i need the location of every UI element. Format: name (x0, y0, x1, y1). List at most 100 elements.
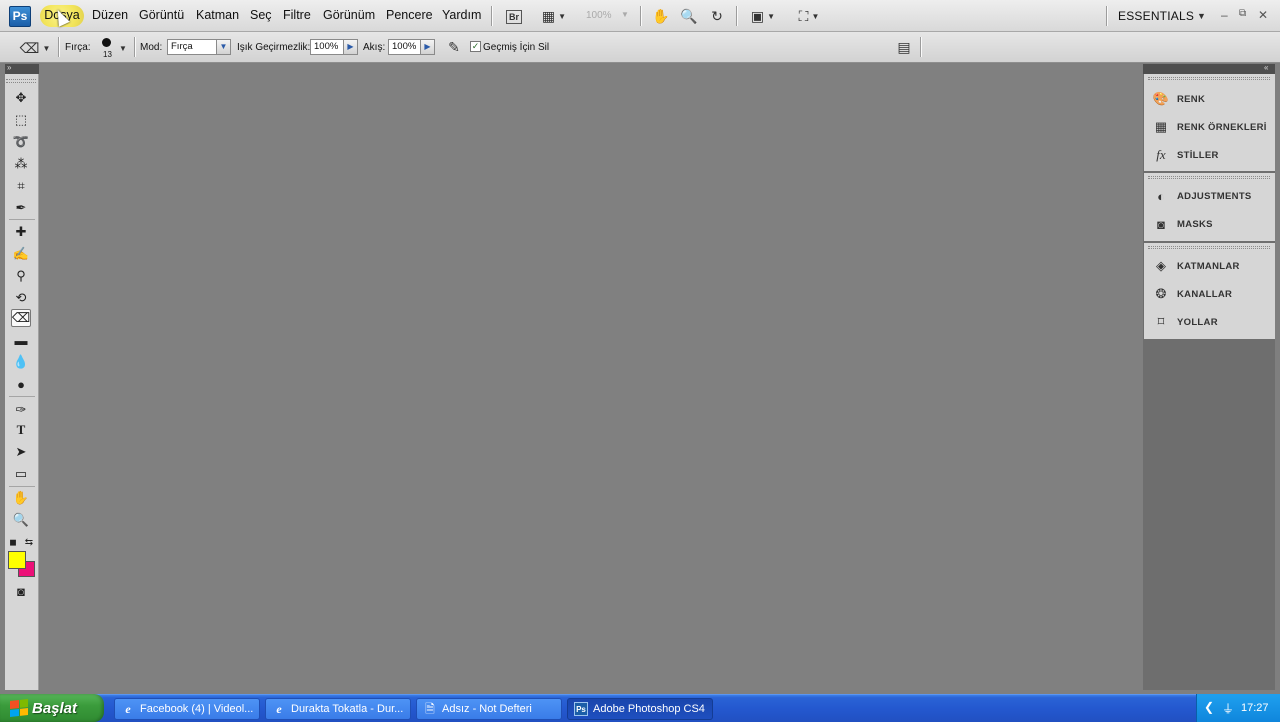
tool-preset-picker[interactable]: ⌫ ▼ (18, 39, 52, 57)
panel-color[interactable]: 🎨 RENK (1152, 90, 1205, 108)
panel-paths[interactable]: ⌑ YOLLAR (1152, 313, 1218, 331)
chevron-down-icon: ▼ (558, 11, 567, 21)
taskbar-item-notepad[interactable]: 🗎 Adsız - Not Defteri (416, 698, 562, 720)
photoshop-icon: Ps (574, 702, 588, 716)
quick-selection-tool[interactable]: ⁂ (11, 155, 31, 173)
airbrush-button[interactable]: ✎ (444, 38, 464, 56)
minimize-button[interactable]: – (1221, 8, 1228, 22)
default-colors-button[interactable]: ◼ (7, 533, 19, 551)
swap-colors-button[interactable]: ⇆ (23, 533, 35, 551)
panel-paths-label: YOLLAR (1177, 316, 1218, 328)
zoom-button[interactable]: 🔍 (679, 7, 699, 25)
chevron-down-icon[interactable]: ▼ (217, 39, 231, 55)
brush-picker-caret[interactable]: ▼ (118, 39, 128, 57)
opacity-slider-arrow[interactable]: ▶ (344, 39, 358, 55)
menu-window[interactable]: Pencere (386, 8, 433, 22)
panel-toggle-button[interactable]: ▤ (894, 38, 914, 56)
panel-channels[interactable]: ❂ KANALLAR (1152, 285, 1232, 303)
options-separator (134, 37, 135, 57)
close-button[interactable]: ✕ (1258, 8, 1268, 22)
blur-tool[interactable]: 💧 (11, 353, 31, 371)
stamp-icon: ⚲ (16, 268, 26, 283)
panel-color-label: RENK (1177, 93, 1206, 105)
taskbar-item-facebook[interactable]: e Facebook (4) | Videol... (114, 698, 260, 720)
panel-swatches[interactable]: ▦ RENK ÖRNEKLERİ (1152, 118, 1267, 136)
menu-select[interactable]: Seç (250, 8, 272, 22)
crop-tool[interactable]: ⌗ (11, 177, 31, 195)
path-selection-tool[interactable]: ➤ (11, 443, 31, 461)
panel-group-layers: ◈ KATMANLAR ❂ KANALLAR ⌑ YOLLAR (1144, 243, 1275, 339)
flow-input[interactable]: 100% (388, 39, 421, 55)
mode-select[interactable]: Fırça (167, 39, 217, 55)
adjustments-icon: ◐ (1157, 188, 1165, 204)
flow-slider-arrow[interactable]: ▶ (421, 39, 435, 55)
menu-image[interactable]: Görüntü (139, 8, 184, 22)
menu-filter[interactable]: Filtre (283, 8, 311, 22)
type-tool[interactable]: T (11, 421, 31, 439)
pen-tool[interactable]: ✑ (11, 401, 31, 419)
screen-mode-button[interactable]: ⛶ ▼ (792, 7, 826, 25)
menu-edit[interactable]: Düzen (92, 8, 128, 22)
rotate-view-button[interactable]: ↻ (707, 7, 727, 25)
taskbar-item-durakta[interactable]: e Durakta Tokatla - Dur... (265, 698, 411, 720)
workspace-switcher[interactable]: ESSENTIALS (1118, 9, 1194, 23)
panel-swatches-label: RENK ÖRNEKLERİ (1177, 121, 1267, 133)
back-arrow-icon[interactable]: ❮ (1204, 700, 1214, 714)
opacity-input[interactable]: 100% (310, 39, 344, 55)
panel-layers[interactable]: ◈ KATMANLAR (1152, 257, 1240, 275)
taskbar-item-photoshop[interactable]: Ps Adobe Photoshop CS4 (567, 698, 713, 720)
zoom-tool[interactable]: 🔍 (11, 511, 31, 529)
notepad-icon: 🗎 (425, 702, 435, 716)
gradient-tool[interactable]: ▬ (11, 331, 31, 349)
canvas-workspace[interactable] (40, 64, 1143, 690)
swap-icon: ⇆ (24, 536, 34, 548)
extras-button[interactable]: ▦ ▼ (538, 7, 570, 25)
menu-layer[interactable]: Katman (196, 8, 239, 22)
brush-label: Fırça: (65, 42, 91, 53)
menu-view[interactable]: Görünüm (323, 8, 375, 22)
clone-stamp-tool[interactable]: ⚲ (11, 267, 31, 285)
panel-group-grip[interactable] (1148, 77, 1270, 80)
toolbox-header[interactable]: » (5, 63, 39, 74)
shape-tool[interactable]: ▭ (11, 465, 31, 483)
menu-help[interactable]: Yardım (442, 8, 481, 22)
bridge-button[interactable]: Br (505, 7, 523, 25)
toolbox-grip[interactable] (6, 79, 36, 83)
lasso-tool[interactable]: ➰ (11, 133, 31, 151)
panel-styles[interactable]: fx STİLLER (1152, 146, 1219, 164)
usb-icon[interactable]: ⏚ (1222, 700, 1234, 717)
brush-preview[interactable] (102, 38, 111, 47)
panel-adjustments[interactable]: ◐ ADJUSTMENTS (1152, 187, 1252, 205)
dock-header[interactable]: « (1143, 63, 1275, 74)
options-bar: ⌫ ▼ Fırça: Mod: Fırça ▼ Işık Geçirmezlik:… (0, 32, 1280, 63)
panel-masks-label: MASKS (1177, 218, 1213, 230)
hand-button[interactable]: ✋ (651, 7, 671, 25)
quick-mask-icon: ◙ (17, 583, 25, 599)
panel-group-grip[interactable] (1148, 246, 1270, 249)
ie-icon: e (125, 702, 131, 716)
quick-mask-button[interactable]: ◙ (11, 582, 31, 600)
brush-tool[interactable]: ✍ (11, 245, 31, 263)
layers-icon: ◈ (1156, 258, 1166, 273)
move-tool[interactable]: ✥ (11, 89, 31, 107)
history-brush-tool[interactable]: ⟲ (11, 289, 31, 307)
marquee-tool[interactable]: ⬚ (11, 111, 31, 129)
foreground-color-swatch[interactable] (8, 551, 26, 569)
photoshop-logo[interactable]: Ps (9, 6, 31, 27)
arrange-documents-button[interactable]: ▣ ▼ (747, 7, 779, 25)
paths-icon: ⌑ (1157, 314, 1165, 329)
dodge-tool[interactable]: ● (11, 375, 31, 393)
healing-brush-tool[interactable]: ✚ (11, 223, 31, 241)
eyedropper-tool[interactable]: ✒ (11, 199, 31, 217)
zoom-level[interactable]: 100% (586, 10, 612, 21)
taskbar-clock[interactable]: 17:27 (1241, 702, 1269, 714)
chevron-down-icon: ▼ (767, 11, 776, 21)
restore-button[interactable]: ⧉ (1239, 8, 1246, 19)
panel-masks[interactable]: ◙ MASKS (1152, 215, 1213, 233)
screen-mode-icon: ⛶ (798, 7, 809, 24)
hand-tool[interactable]: ✋ (11, 489, 31, 507)
eraser-tool[interactable]: ⌫ (11, 309, 31, 327)
panel-group-grip[interactable] (1148, 176, 1270, 179)
erase-history-checkbox[interactable]: ✓ (470, 41, 481, 52)
start-button[interactable]: Başlat (0, 694, 104, 722)
